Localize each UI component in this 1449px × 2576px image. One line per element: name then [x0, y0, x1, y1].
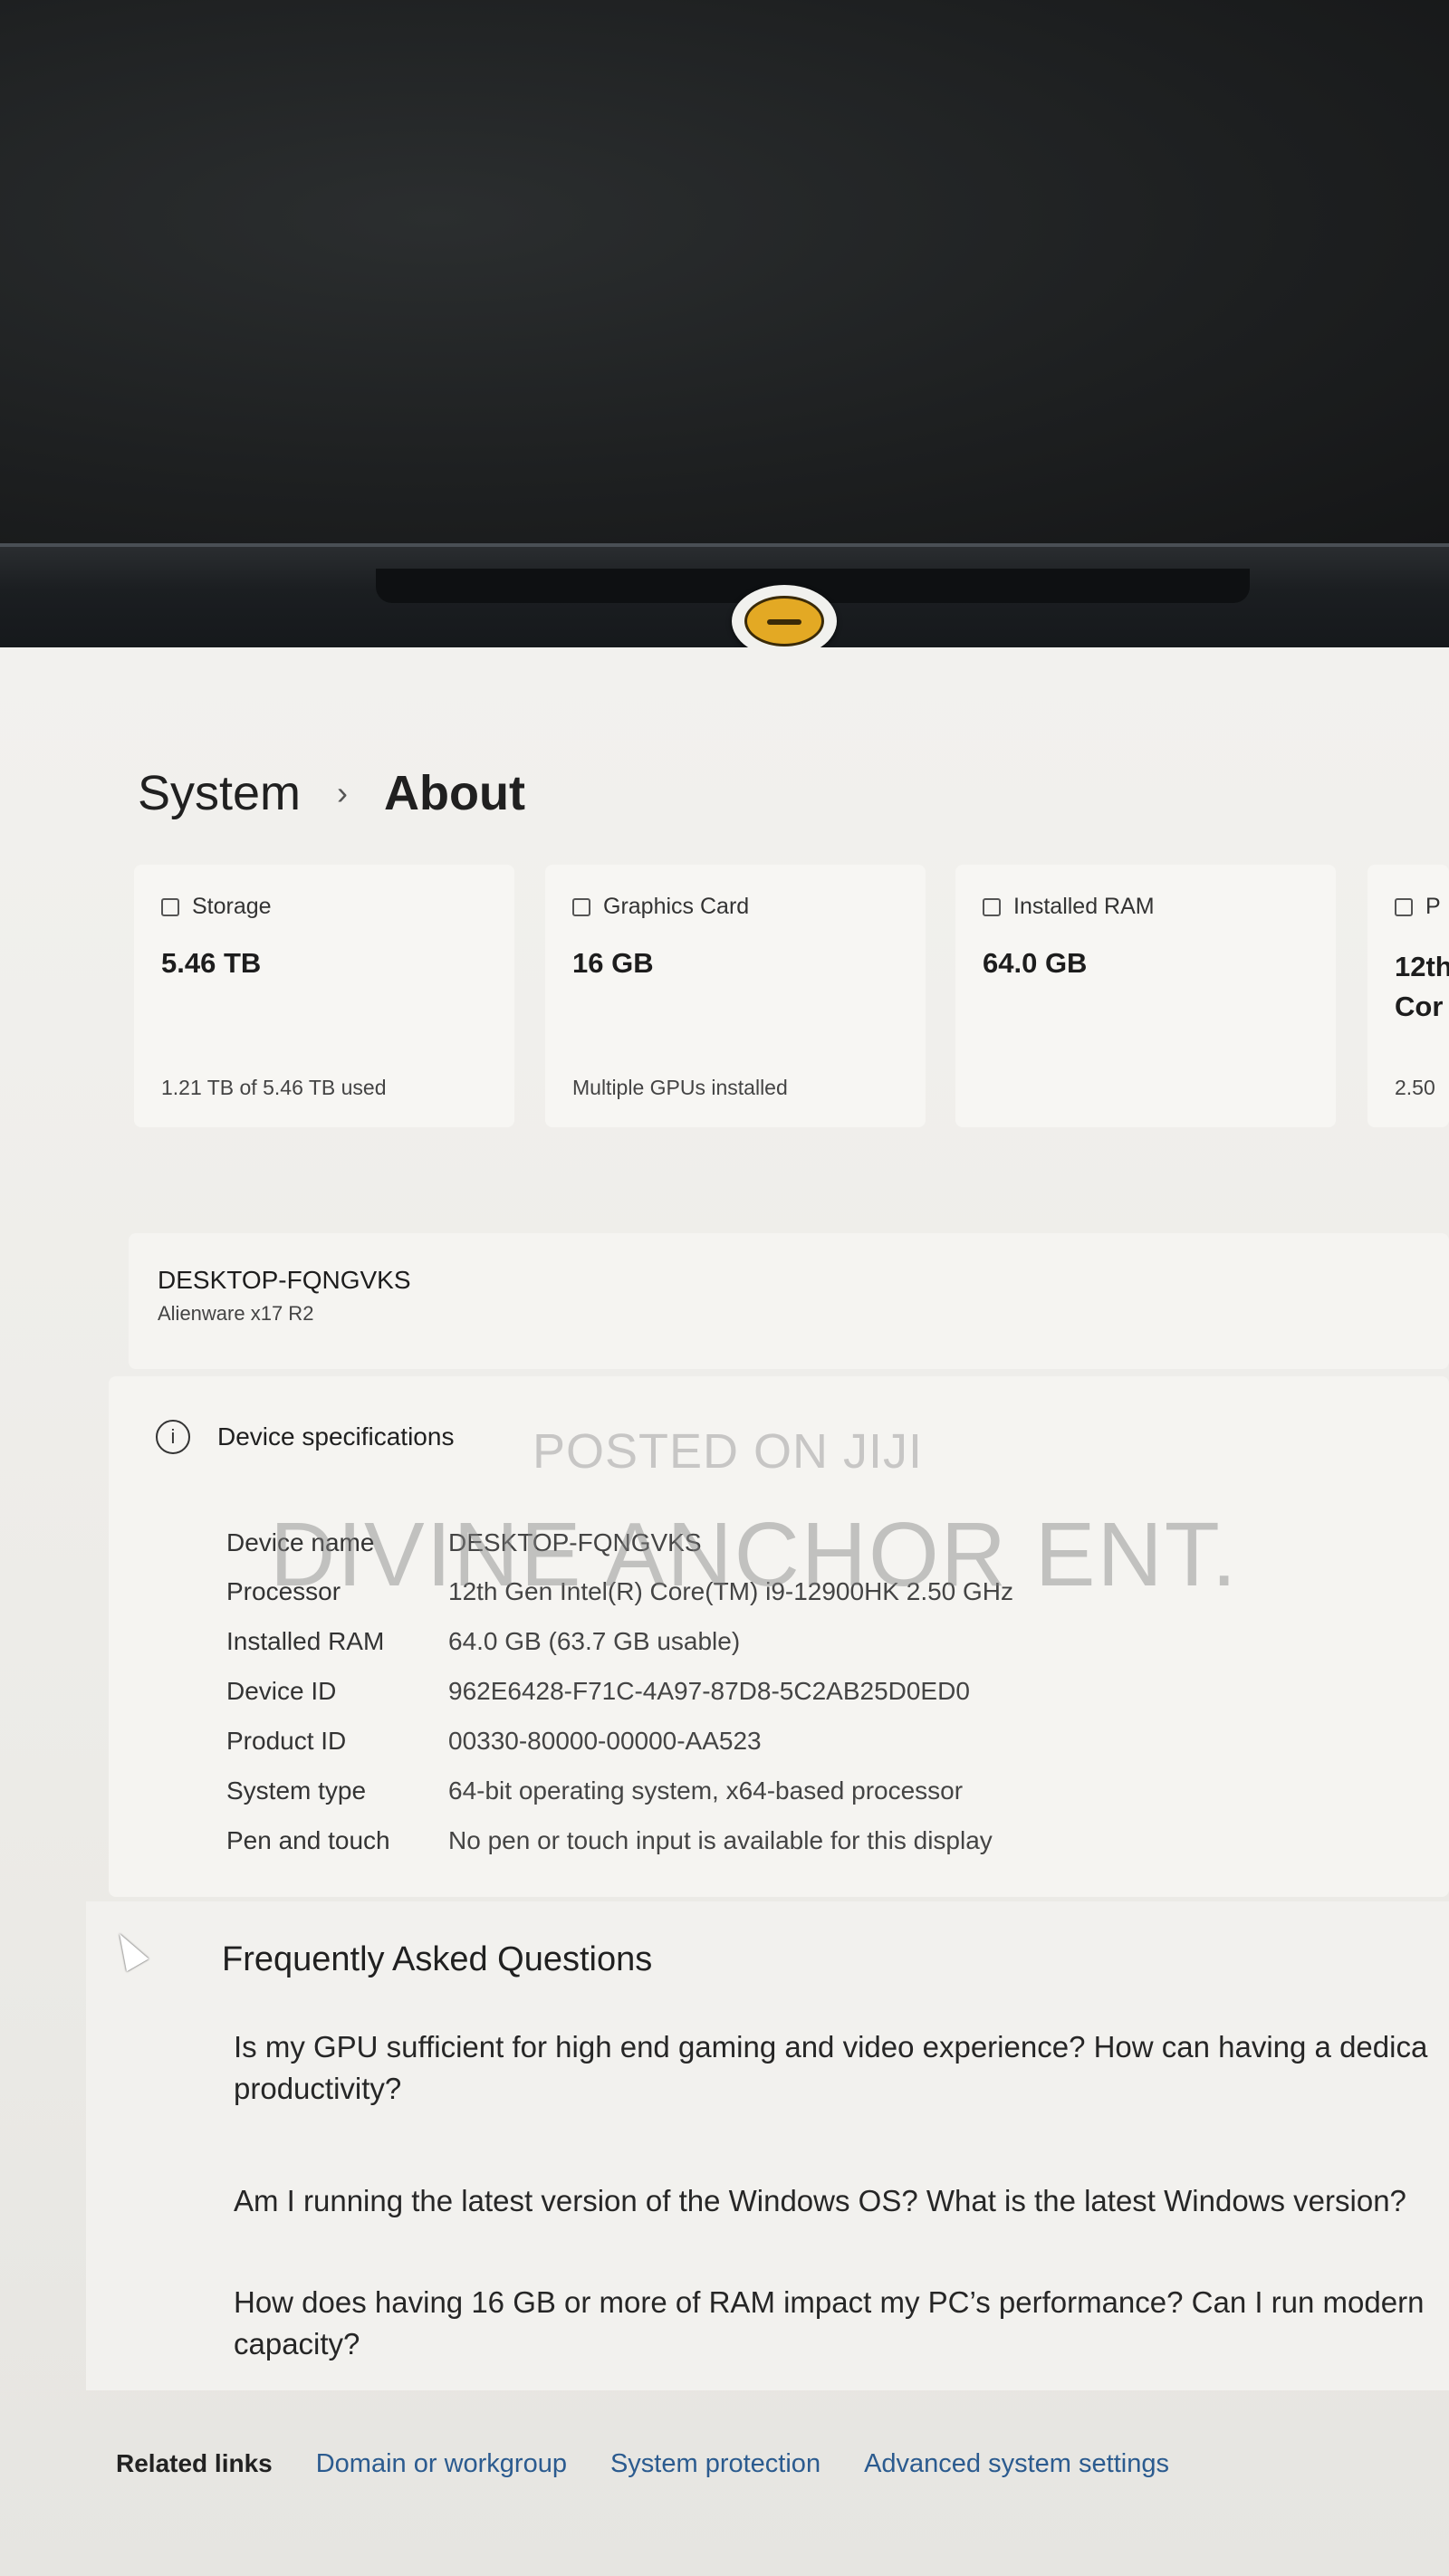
processor-sub: 2.50 — [1395, 1076, 1435, 1099]
faq-title[interactable]: Frequently Asked Questions — [222, 1940, 652, 1979]
spec-value: 962E6428-F71C-4A97-87D8-5C2AB25D0ED0 — [448, 1677, 970, 1705]
ram-value: 64.0 GB — [983, 947, 1088, 979]
gpu-icon — [572, 897, 590, 916]
page-title: About — [384, 766, 525, 820]
storage-label: Storage — [192, 894, 272, 919]
processor-value: 12th — [1395, 951, 1449, 982]
spec-row: Pen and touch No pen or touch input is a… — [226, 1826, 993, 1855]
processor-label: P — [1425, 894, 1441, 919]
graphics-sub: Multiple GPUs installed — [572, 1076, 788, 1099]
webcam-cover — [732, 585, 837, 657]
processor-card[interactable]: P 12th Cor 2.50 — [1367, 865, 1449, 1127]
graphics-card[interactable]: Graphics Card 16 GB Multiple GPUs instal… — [545, 865, 926, 1127]
ram-icon — [983, 897, 1001, 916]
spec-key: Installed RAM — [226, 1627, 385, 1655]
spec-key: Product ID — [226, 1727, 347, 1755]
related-links: Related links Domain or workgroup System… — [116, 2449, 1169, 2479]
spec-row: Installed RAM 64.0 GB (63.7 GB usable) — [226, 1627, 740, 1656]
storage-value: 5.46 TB — [161, 947, 262, 979]
watermark-posted-on-jiji: POSTED ON JIJI — [533, 1424, 924, 1479]
graphics-label: Graphics Card — [603, 894, 750, 919]
link-advanced-system-settings[interactable]: Advanced system settings — [864, 2449, 1169, 2479]
processor-value-line2: Cor — [1395, 991, 1444, 1022]
spec-key: Device ID — [226, 1677, 337, 1705]
device-specifications-title: Device specifications — [217, 1422, 455, 1451]
spec-value: 00330-80000-00000-AA523 — [448, 1727, 762, 1755]
device-specifications-header[interactable]: i Device specifications — [156, 1420, 454, 1454]
link-domain-or-workgroup[interactable]: Domain or workgroup — [316, 2449, 567, 2479]
device-name-card[interactable]: DESKTOP-FQNGVKS Alienware x17 R2 — [129, 1233, 1449, 1369]
faq-question[interactable]: Is my GPU sufficient for high end gaming… — [234, 2026, 1447, 2110]
link-system-protection[interactable]: System protection — [610, 2449, 820, 2479]
spec-value: 64-bit operating system, x64-based proce… — [448, 1776, 964, 1805]
spec-value: No pen or touch input is available for t… — [448, 1826, 993, 1854]
spec-row: System type 64-bit operating system, x64… — [226, 1776, 963, 1805]
processor-icon — [1395, 897, 1413, 916]
chevron-right-icon: › — [337, 774, 349, 811]
spec-key: Pen and touch — [226, 1826, 390, 1854]
breadcrumb-system[interactable]: System — [138, 765, 301, 821]
storage-usage: 1.21 TB of 5.46 TB used — [161, 1076, 387, 1099]
spec-row: Product ID 00330-80000-00000-AA523 — [226, 1727, 762, 1756]
spec-key: System type — [226, 1776, 367, 1805]
background-wall — [0, 0, 1449, 543]
info-icon: i — [156, 1420, 190, 1454]
spec-row: Device ID 962E6428-F71C-4A97-87D8-5C2AB2… — [226, 1677, 970, 1706]
breadcrumb: System › About — [138, 765, 525, 821]
device-model: Alienware x17 R2 — [158, 1302, 314, 1325]
ram-card[interactable]: Installed RAM 64.0 GB — [955, 865, 1336, 1127]
ram-label: Installed RAM — [1013, 894, 1155, 919]
storage-card[interactable]: Storage 5.46 TB 1.21 TB of 5.46 TB used — [134, 865, 514, 1127]
watermark-divine-anchor: DIVINE ANCHOR ENT. — [270, 1504, 1239, 1605]
spec-value: 64.0 GB (63.7 GB usable) — [448, 1627, 741, 1655]
device-name: DESKTOP-FQNGVKS — [158, 1266, 411, 1294]
faq-question[interactable]: How does having 16 GB or more of RAM imp… — [234, 2282, 1447, 2365]
related-links-label: Related links — [116, 2449, 273, 2477]
graphics-value: 16 GB — [572, 947, 654, 979]
storage-icon — [161, 897, 179, 916]
faq-question[interactable]: Am I running the latest version of the W… — [234, 2180, 1447, 2222]
